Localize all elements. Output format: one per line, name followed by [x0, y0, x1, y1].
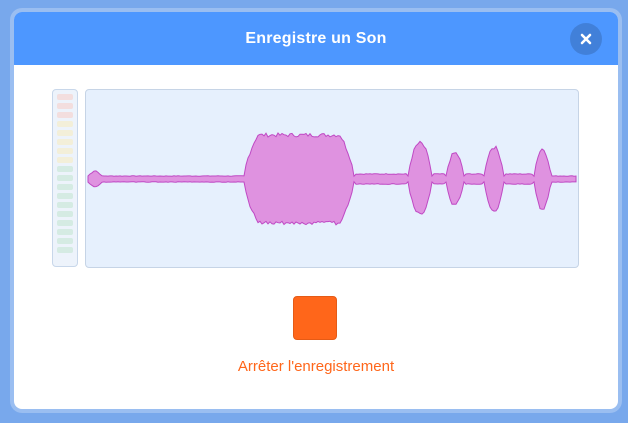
meter-segment [57, 211, 73, 217]
stop-recording-button[interactable] [293, 296, 337, 340]
dialog-header: Enregistre un Son [14, 12, 618, 65]
close-icon [580, 33, 592, 45]
meter-segment [57, 130, 73, 136]
waveform-shape [87, 132, 577, 226]
waveform-display [85, 89, 579, 268]
backdrop: Enregistre un Son Arrêter l'enregistreme… [0, 0, 628, 423]
meter-segment [57, 121, 73, 127]
meter-segment [57, 139, 73, 145]
meter-segment [57, 220, 73, 226]
close-button[interactable] [570, 23, 602, 55]
meter-segment [57, 175, 73, 181]
meter-segment [57, 166, 73, 172]
meter-segment [57, 112, 73, 118]
volume-meter [52, 89, 78, 267]
meter-segment [57, 94, 73, 100]
meter-segment [57, 193, 73, 199]
dialog-title: Enregistre un Son [245, 29, 387, 47]
meter-segment [57, 229, 73, 235]
meter-segment [57, 202, 73, 208]
meter-segment [57, 184, 73, 190]
waveform [87, 132, 577, 226]
record-sound-dialog: Enregistre un Son Arrêter l'enregistreme… [14, 12, 618, 409]
meter-segment [57, 238, 73, 244]
meter-segment [57, 103, 73, 109]
stop-recording-label[interactable]: Arrêter l'enregistrement [14, 358, 618, 375]
meter-segment [57, 148, 73, 154]
meter-segment [57, 157, 73, 163]
meter-segment [57, 247, 73, 253]
